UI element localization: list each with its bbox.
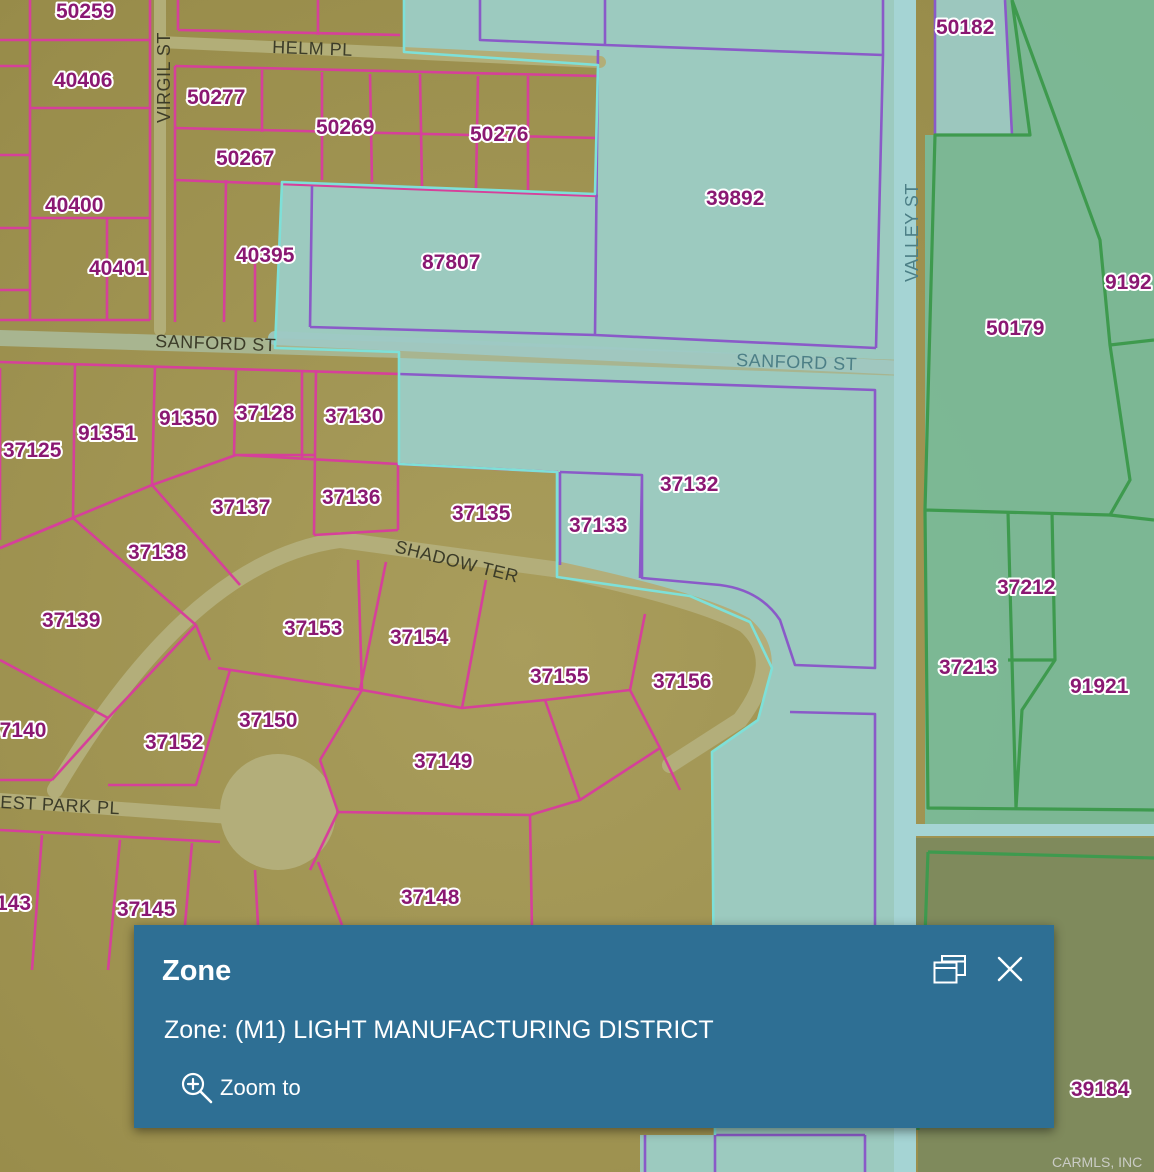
parcel-label: 37138 — [128, 541, 187, 564]
parcel-label: 50267 — [216, 147, 274, 170]
parcel-label: 9192 — [1105, 271, 1152, 294]
parcel-label: 37150 — [239, 709, 297, 732]
parcel-label: 40401 — [89, 257, 148, 280]
parcel-label: 37156 — [653, 670, 711, 693]
parcel-label: 37137 — [212, 496, 270, 519]
parcel-label: 143 — [0, 892, 31, 915]
parcel-label: 37136 — [322, 486, 380, 509]
parcel-label: 50277 — [187, 86, 245, 109]
parcel-label: 37145 — [117, 898, 176, 921]
map-attribution: CARMLS, INC — [1052, 1154, 1142, 1170]
street-label-valley-st: VALLEY ST — [902, 183, 922, 282]
parcel-label: 37133 — [569, 514, 627, 537]
parcel-label: 37152 — [145, 731, 203, 754]
zoom-in-icon — [181, 1072, 213, 1104]
street-label-sanford-st-west: SANFORD ST — [155, 331, 277, 355]
parcel-label: 91350 — [159, 407, 217, 430]
dock-icon — [933, 955, 966, 984]
parcel-label: 87807 — [422, 251, 480, 274]
zone-popup: Zone Zone: (M1) LIGHT MANUFACTURING DIST… — [134, 925, 1054, 1128]
parcel-label: 40400 — [45, 194, 103, 217]
parcel-label: 50259 — [56, 0, 114, 23]
parcel-label: 40395 — [236, 244, 295, 267]
parcel-label: 37153 — [284, 617, 342, 640]
parcel-label: 37149 — [414, 750, 472, 773]
parcel-label: 37213 — [939, 656, 997, 679]
parcel-label: 37155 — [530, 665, 589, 688]
parcel-label: 37139 — [42, 609, 100, 632]
parcel-label: 37125 — [3, 439, 62, 462]
parcel-label: 37132 — [660, 473, 718, 496]
street-label-sanford-st-east: SANFORD ST — [736, 350, 858, 374]
parcel-label: 37130 — [325, 405, 383, 428]
parcel-label: 91921 — [1070, 675, 1129, 698]
zoom-to-button[interactable]: Zoom to — [180, 1071, 301, 1105]
street-label-virgil-st: VIRGIL ST — [154, 32, 174, 123]
popup-zone-text: Zone: (M1) LIGHT MANUFACTURING DISTRICT — [164, 1016, 714, 1044]
parcel-label: 91351 — [78, 422, 137, 445]
parcel-label: 37154 — [390, 626, 449, 649]
popup-title: Zone — [162, 955, 232, 987]
parcel-label: 39184 — [1071, 1078, 1130, 1101]
parcel-label: 37128 — [236, 402, 295, 425]
parcel-label: 50276 — [470, 123, 528, 146]
parcel-label: 37148 — [401, 886, 460, 909]
close-icon — [997, 956, 1023, 982]
parcel-label: 50179 — [986, 317, 1044, 340]
parcel-label: 37140 — [0, 719, 46, 742]
parcel-label: 40406 — [54, 69, 112, 92]
zoom-to-label: Zoom to — [220, 1075, 301, 1100]
dock-button[interactable] — [930, 949, 970, 989]
parcel-label: 39892 — [706, 187, 764, 210]
parcel-label: 50269 — [316, 116, 374, 139]
close-button[interactable] — [990, 949, 1030, 989]
parcel-label: 37135 — [452, 502, 511, 525]
parcel-label: 37212 — [997, 576, 1055, 599]
parcel-label: 50182 — [936, 16, 994, 39]
street-label-helm-pl: HELM PL — [272, 37, 353, 60]
